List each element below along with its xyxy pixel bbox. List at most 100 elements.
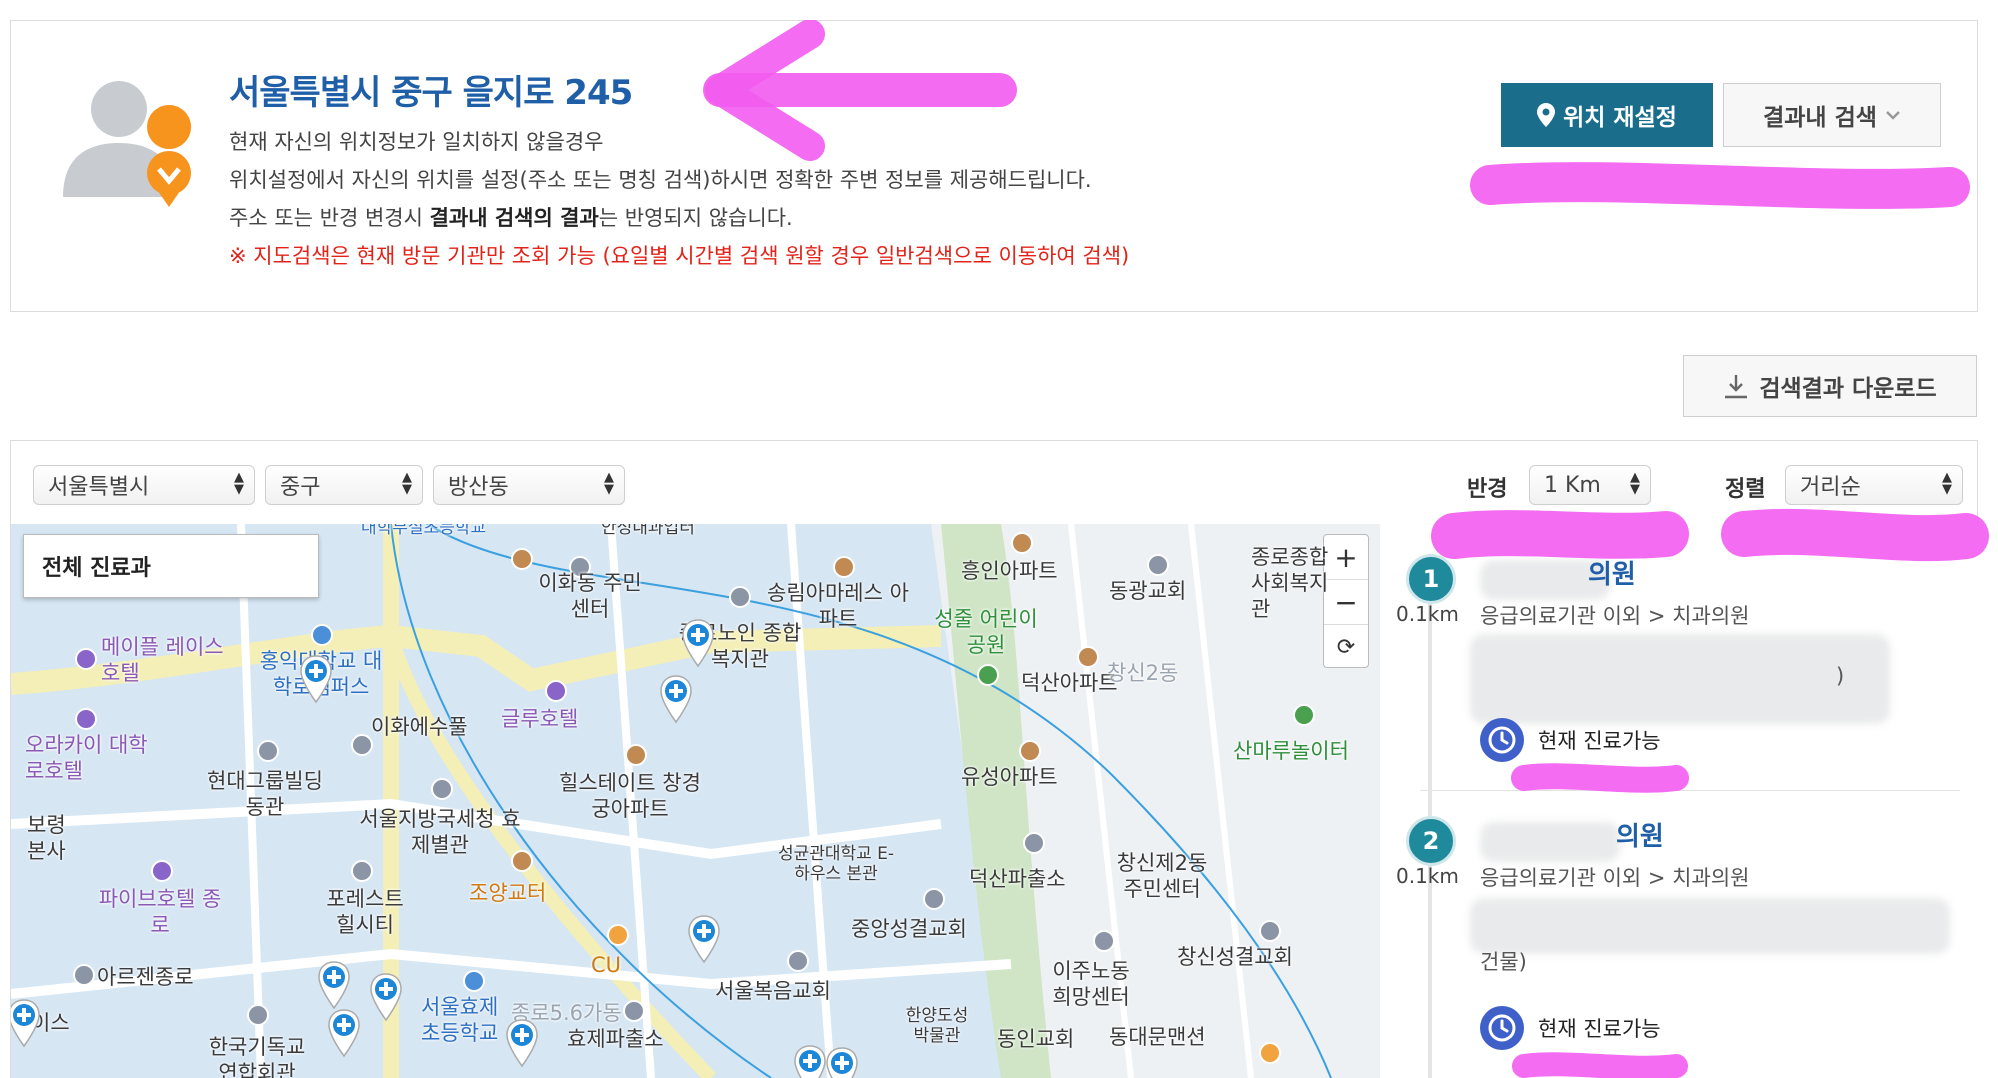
download-icon (1725, 375, 1748, 399)
map-label: 덕산파출소 (969, 867, 1066, 891)
location-pin-icon (1537, 103, 1556, 127)
radius-label: 반경 (1467, 477, 1508, 502)
map-label: 이화에수풀 (371, 715, 468, 739)
poi-icon (1023, 832, 1045, 854)
refresh-map-button[interactable]: ⟳ (1324, 625, 1368, 669)
result-distance: 0.1km (1396, 864, 1459, 888)
poi-icon (511, 548, 533, 570)
select-arrows-icon: ▲ ▼ (1942, 470, 1952, 497)
plus-icon: + (1334, 540, 1358, 574)
select-arrows-icon: ▲ ▼ (402, 470, 412, 497)
poi-icon (73, 964, 95, 986)
department-filter-box[interactable]: 전체 진료과 (23, 534, 319, 598)
poi-icon (463, 970, 485, 992)
district-select[interactable]: 중구 ▲ ▼ (265, 465, 423, 505)
hospital-pin-icon[interactable] (10, 998, 41, 1048)
hospital-pin-icon[interactable] (505, 1018, 539, 1068)
map-label: 현대그룹빌딩 동관 (207, 769, 323, 819)
redacted-address (1470, 634, 1890, 724)
reset-location-label: 위치 재설정 (1563, 105, 1677, 131)
map-label: 유성아파트 (961, 765, 1058, 789)
desc-line-3-pre: 주소 또는 반경 변경시 (229, 206, 430, 230)
radius-select-value: 1 Km (1544, 472, 1601, 498)
map-label: 중앙성결교회 (851, 917, 967, 941)
result-name[interactable]: 의원 (1588, 554, 1636, 591)
download-results-button[interactable]: 검색결과 다운로드 (1683, 355, 1977, 417)
poi-icon (1077, 646, 1099, 668)
hospital-pin-icon[interactable] (659, 674, 693, 724)
map-search-warning: ※ 지도검색은 현재 방문 기관만 조회 가능 (요일별 시간별 검색 원할 경… (229, 244, 1130, 268)
select-arrows-icon: ▲ ▼ (1630, 470, 1640, 497)
map-label: 조양교터 (469, 881, 547, 905)
poi-icon (75, 708, 97, 730)
hospital-pin-icon[interactable] (825, 1046, 859, 1078)
sort-select[interactable]: 거리순 ▲ ▼ (1785, 465, 1963, 505)
map-label: 한국기독교 연합회관 (208, 1035, 306, 1078)
download-results-label: 검색결과 다운로드 (1759, 376, 1937, 402)
search-within-results-label: 결과내 검색 (1763, 105, 1877, 131)
map-label: 오라카이 대학로호텔 (25, 733, 148, 783)
hospital-pin-icon[interactable] (681, 618, 715, 668)
city-select[interactable]: 서울특별시 ▲ ▼ (33, 465, 255, 505)
desc-line-3: 주소 또는 반경 변경시 결과내 검색의 결과는 반영되지 않습니다. (229, 199, 1129, 237)
hospital-pin-icon[interactable] (369, 972, 403, 1022)
map-label: 성줄 어린이공원 (934, 607, 1038, 657)
poi-icon (607, 924, 629, 946)
redacted-address (1470, 898, 1950, 954)
result-address-tail: 건물) (1480, 950, 1527, 974)
chevron-down-icon (1886, 111, 1900, 120)
map-label: 메이플 레이스호텔 (101, 635, 224, 685)
poi-icon (1293, 704, 1315, 726)
desc-line-1: 현재 자신의 위치정보가 일치하지 않을경우 (229, 130, 604, 154)
poi-icon (1147, 554, 1169, 576)
location-panel: 서울특별시 중구 을지로 245 현재 자신의 위치정보가 일치하지 않을경우 … (10, 20, 1978, 312)
map-label: 안성내과업터 (601, 524, 695, 538)
result-category: 응급의료기관 이외 > 치과의원 (1480, 604, 1750, 628)
radius-select[interactable]: 1 Km ▲ ▼ (1529, 465, 1651, 505)
poi-icon (257, 740, 279, 762)
redacted-name (1480, 822, 1620, 862)
poi-icon (729, 586, 751, 608)
search-within-results-button[interactable]: 결과내 검색 (1723, 83, 1941, 147)
desc-line-2: 위치설정에서 자신의 위치를 설정(주소 또는 명칭 검색)하시면 정확한 주변… (229, 168, 1092, 192)
result-distance: 0.1km (1396, 602, 1459, 626)
poi-icon (351, 734, 373, 756)
result-category: 응급의료기관 이외 > 치과의원 (1480, 866, 1750, 890)
result-status-text: 현재 진료가능 (1538, 729, 1661, 753)
hospital-pin-icon[interactable] (793, 1044, 827, 1078)
poi-icon (431, 778, 453, 800)
poi-icon (1259, 920, 1281, 942)
poi-icon (787, 950, 809, 972)
map-label: 포레스트 힐시티 (326, 887, 404, 937)
map-label: 아르젠종로 (97, 965, 194, 989)
map-label: 한양도성 박물관 (905, 1006, 969, 1046)
poi-icon (623, 1000, 645, 1022)
map-label: 종로종합 사회복지관 (1251, 545, 1329, 621)
user-avatar-icon (63, 81, 192, 207)
map-label: CU (591, 953, 622, 977)
dong-select[interactable]: 방산동 ▲ ▼ (433, 465, 625, 505)
result-status-text: 현재 진료가능 (1538, 1017, 1661, 1041)
desc-line-3-post: 는 반영되지 않습니다. (598, 206, 793, 230)
dong-select-value: 방산동 (448, 475, 509, 500)
poi-icon (545, 680, 567, 702)
result-status: 현재 진료가능 (1480, 1006, 1661, 1050)
result-name[interactable]: 의원 (1616, 816, 1664, 853)
reset-location-button[interactable]: 위치 재설정 (1501, 83, 1713, 147)
hospital-pin-icon[interactable] (317, 960, 351, 1010)
map-label: 창신성결교회 (1177, 945, 1293, 969)
hospital-pin-icon[interactable] (687, 914, 721, 964)
poi-icon (625, 744, 647, 766)
result-address-tail: ) (1836, 664, 1845, 688)
district-select-value: 중구 (280, 475, 321, 500)
hospital-pin-icon[interactable] (327, 1008, 361, 1058)
hospital-pin-icon[interactable] (299, 654, 333, 704)
sort-select-value: 거리순 (1800, 475, 1861, 500)
current-address-title: 서울특별시 중구 을지로 245 (229, 73, 633, 113)
map-label: 덕산아파트 (1021, 671, 1118, 695)
map-view[interactable]: 전체 진료과 + − ⟳ 대학부설초등학교 안성내과업터 이화동 주민센터 송림… (10, 524, 1381, 1078)
clock-icon (1480, 718, 1524, 762)
map-label: 동대문맨션 (1109, 1025, 1206, 1049)
map-label: 이주노동 희망센터 (1052, 959, 1130, 1009)
poi-icon (833, 556, 855, 578)
